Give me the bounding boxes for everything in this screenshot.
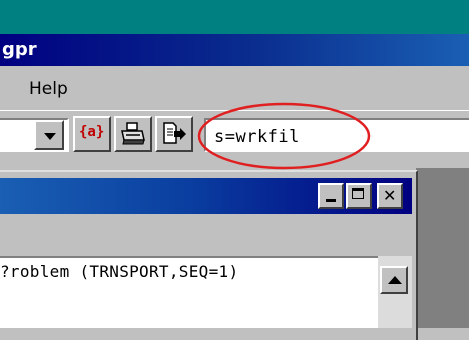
- scroll-up-icon[interactable]: [380, 266, 408, 294]
- main-title-bar[interactable]: [0, 34, 469, 66]
- variable-a-icon: {a}: [79, 124, 105, 140]
- problem-line: ?roblem (TRNSPORT,SEQ=1): [0, 262, 239, 281]
- window-title: gpr: [2, 39, 37, 60]
- maximize-icon[interactable]: [346, 183, 372, 209]
- minimize-icon[interactable]: [318, 183, 344, 209]
- menu-bar: [0, 66, 469, 110]
- menu-item-help[interactable]: Help: [29, 79, 68, 99]
- chevron-down-icon[interactable]: [34, 120, 64, 150]
- mdi-background: [416, 168, 469, 328]
- export-button[interactable]: [155, 116, 193, 152]
- toolbar-combo-box[interactable]: [0, 118, 69, 152]
- export-icon: [163, 122, 186, 144]
- variable-a-button[interactable]: {a}: [73, 116, 111, 152]
- desktop-background: [0, 0, 469, 34]
- printer-icon: [121, 122, 145, 145]
- command-input[interactable]: [204, 118, 469, 152]
- print-button[interactable]: [114, 116, 152, 152]
- close-icon[interactable]: [377, 183, 403, 209]
